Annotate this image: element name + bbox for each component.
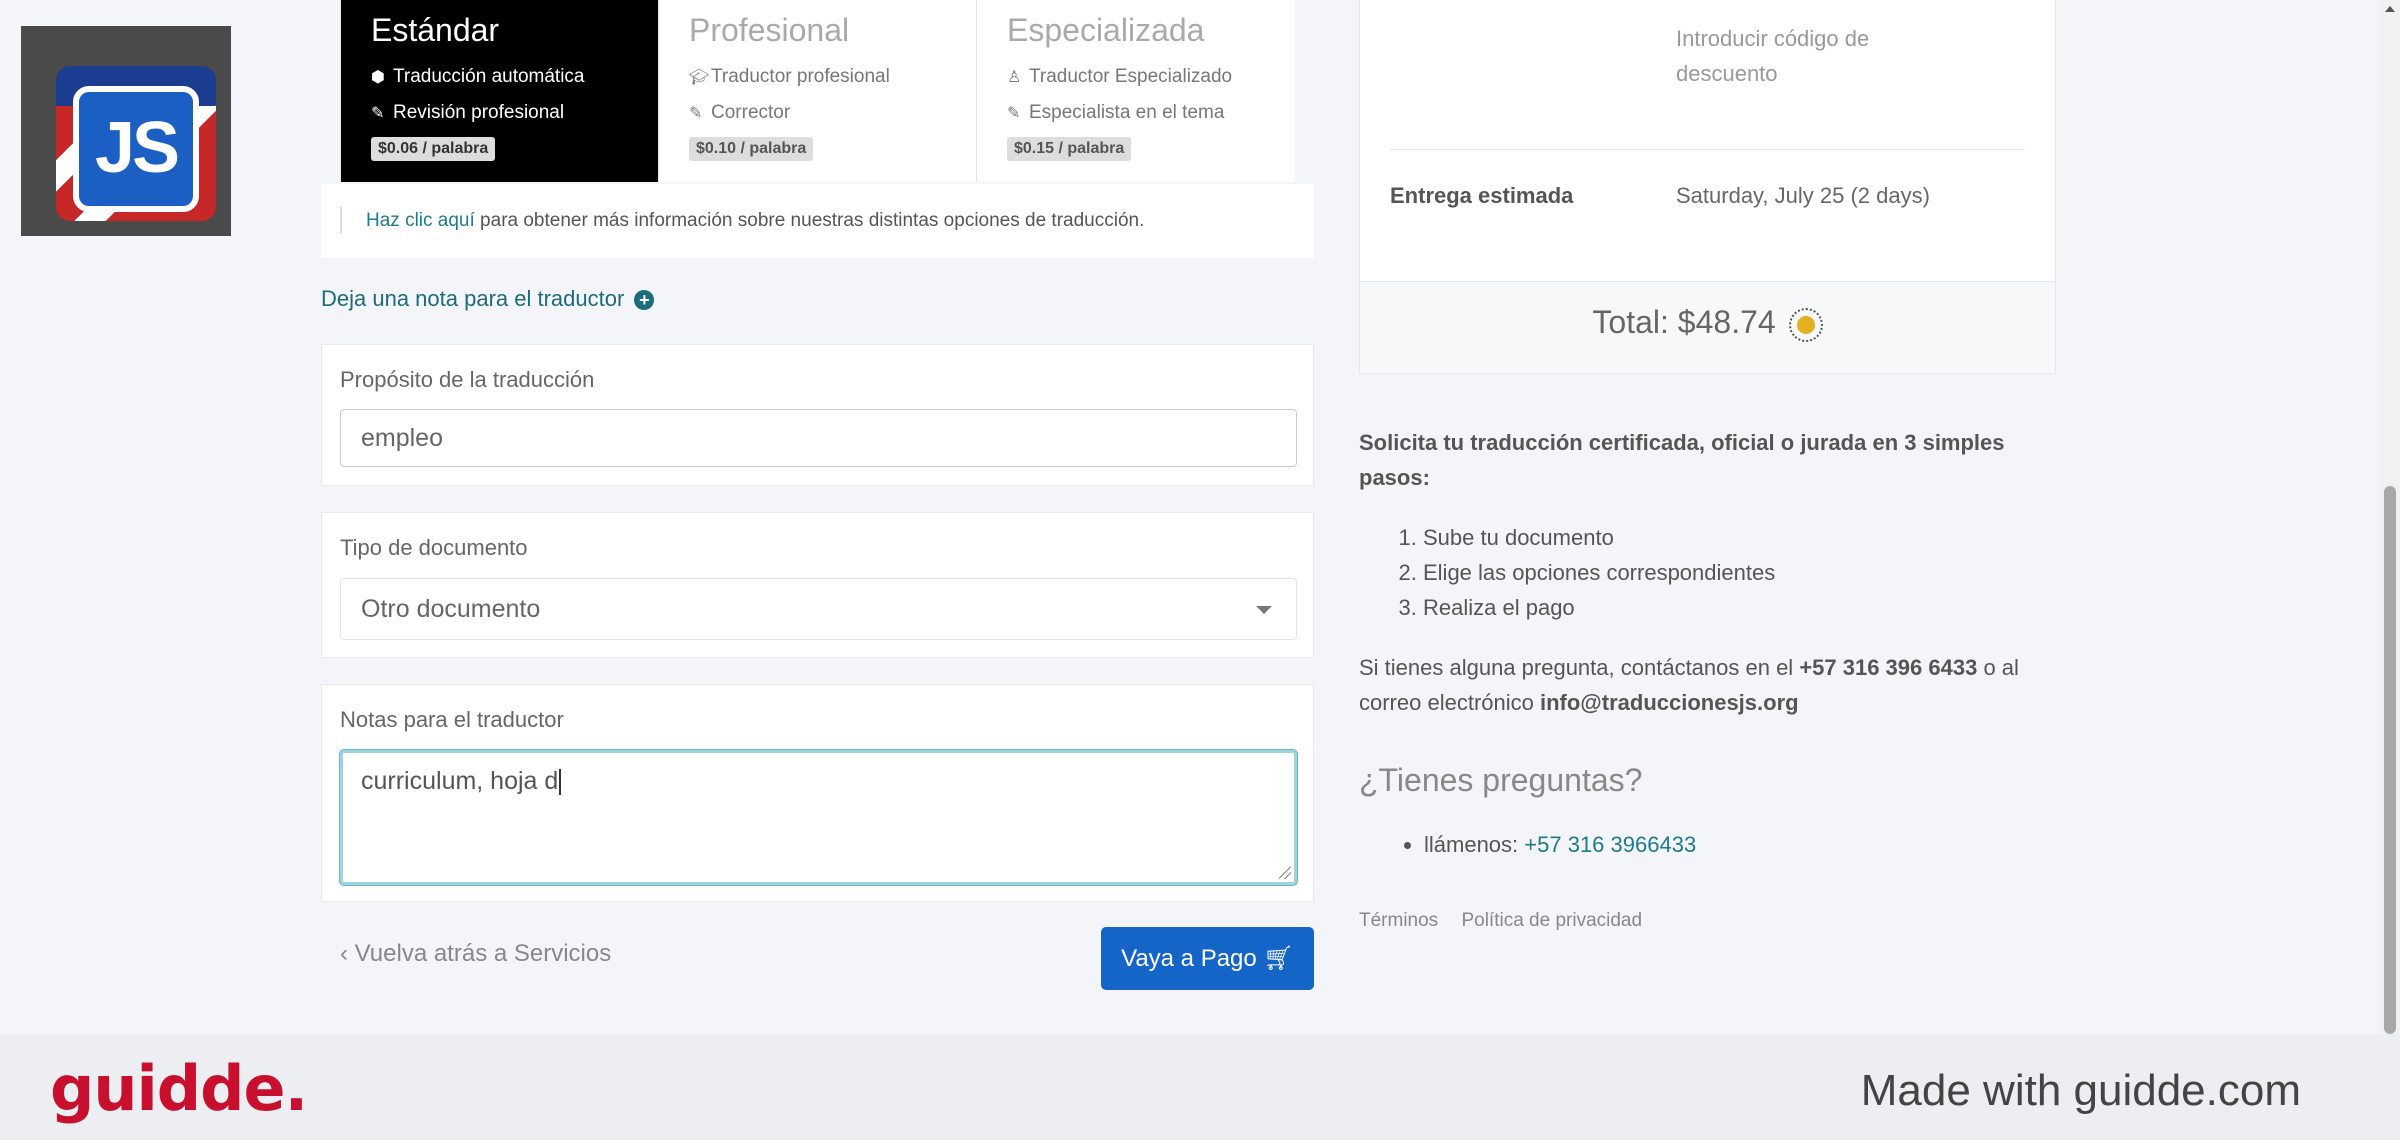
tier-feature: Traductor profesional xyxy=(711,66,890,87)
notes-card: Notas para el traductor curriculum, hoja… xyxy=(321,684,1314,902)
order-summary: Introducir código de descuento Entrega e… xyxy=(1359,0,2056,374)
tier-name: Profesional xyxy=(689,12,850,48)
doc-type-card: Tipo de documento Otro documento xyxy=(321,512,1314,658)
chevron-down-icon xyxy=(1256,606,1272,614)
purpose-card: Propósito de la traducción empleo xyxy=(321,344,1314,486)
add-note-link[interactable]: Deja una nota para el traductor + xyxy=(321,286,655,312)
coin-icon[interactable] xyxy=(1788,307,1823,342)
company-logo[interactable]: JS xyxy=(21,26,231,236)
tier-feature: Especialista en el tema xyxy=(1029,102,1225,123)
tier-feature: Traductor Especializado xyxy=(1029,66,1233,87)
tier-info: Haz clic aquí para obtener más informaci… xyxy=(321,184,1314,258)
notes-label: Notas para el traductor xyxy=(340,707,564,732)
edit-icon: ✎ xyxy=(689,105,703,122)
tier-selector: Estándar ⬢ Traducción automática ✎ Revisió… xyxy=(340,0,1295,182)
call-label: llámenos: xyxy=(1424,832,1525,857)
faq-list: llámenos: +57 316 3966433 xyxy=(1399,832,1696,858)
tier-feature: Revisión profesional xyxy=(393,102,565,123)
edit-icon: ✎ xyxy=(371,105,385,122)
edit-icon: ✎ xyxy=(1007,105,1021,122)
chevron-left-icon: ‹ xyxy=(340,940,348,967)
purpose-input[interactable]: empleo xyxy=(340,409,1297,467)
call-item: llámenos: +57 316 3966433 xyxy=(1424,832,1696,858)
graduation-cap-icon: 🎓︎ xyxy=(689,69,710,86)
contact-pre: Si tienes alguna pregunta, contáctanos e… xyxy=(1359,655,1800,680)
tier-price: $0.15 / palabra xyxy=(1007,137,1132,161)
pay-label: Vaya a Pago xyxy=(1121,945,1257,972)
delivery-value: Saturday, July 25 (2 days) xyxy=(1676,183,1930,208)
made-with-text: Made with guidde.com xyxy=(1860,1066,2301,1115)
resize-handle-icon[interactable] xyxy=(1279,867,1291,879)
step-item: Sube tu documento xyxy=(1423,520,1775,555)
footer-links: Términos Política de privacidad xyxy=(1359,910,1660,932)
guidde-logo: guidde. xyxy=(50,1052,308,1125)
more-info-text: para obtener más información sobre nuest… xyxy=(474,210,1145,231)
tier-price: $0.10 / palabra xyxy=(689,137,814,161)
shopping-cart-icon: 🛒︎ xyxy=(1263,945,1294,972)
scroll-thumb[interactable] xyxy=(2384,486,2396,1034)
total-footer: Total: $48.74 xyxy=(1360,281,2055,373)
steps-headline: Solicita tu traducción certificada, ofic… xyxy=(1359,430,2005,490)
tier-name: Especializada xyxy=(1007,12,1205,48)
contact-phone: +57 316 396 6433 xyxy=(1799,655,1978,680)
tier-name: Estándar xyxy=(371,12,500,48)
plus-circle-icon: + xyxy=(634,290,655,311)
notes-value: curriculum, hoja d xyxy=(361,767,559,795)
step-item: Elige las opciones correspondientes xyxy=(1423,555,1775,590)
contact-text: Si tienes alguna pregunta, contáctanos e… xyxy=(1359,650,2059,720)
step-item: Realiza el pago xyxy=(1423,590,1775,625)
scroll-up-arrow-icon[interactable] xyxy=(2385,6,2395,12)
vertical-scrollbar[interactable] xyxy=(2380,0,2400,1034)
notes-textarea[interactable]: curriculum, hoja d xyxy=(340,750,1297,885)
page: JS Estándar ⬢ Traducción automática ✎ Revi… xyxy=(0,0,2400,1034)
back-label: Vuelva atrás a Servicios xyxy=(354,940,612,967)
purpose-label: Propósito de la traducción xyxy=(340,367,595,392)
tier-price: $0.06 / palabra xyxy=(371,137,496,161)
add-note-label: Deja una nota para el traductor xyxy=(321,286,625,311)
guidde-banner: guidde. Made with guidde.com xyxy=(0,1034,2400,1140)
doc-type-label: Tipo de documento xyxy=(340,535,528,560)
back-to-services-link[interactable]: ‹ Vuelva atrás a Servicios xyxy=(340,940,611,968)
quote-bar xyxy=(340,206,342,234)
terms-link[interactable]: Términos xyxy=(1359,910,1438,931)
tier-feature: Corrector xyxy=(711,102,791,123)
total-row: Total: $48.74 xyxy=(1360,304,2055,342)
contact-email: info@traduccionesjs.org xyxy=(1539,690,1799,715)
discount-code-input[interactable]: Introducir código de descuento xyxy=(1676,21,1936,91)
delivery-label: Entrega estimada xyxy=(1390,183,1574,208)
text-cursor xyxy=(559,769,562,796)
doc-type-select[interactable]: Otro documento xyxy=(340,578,1297,640)
doc-type-value: Otro documento xyxy=(361,595,541,623)
js-logo-mark: JS xyxy=(73,86,199,212)
call-phone-link[interactable]: +57 316 3966433 xyxy=(1524,832,1696,857)
user-tie-icon: ♙ xyxy=(1007,69,1022,86)
robot-icon: ⬢ xyxy=(371,69,385,86)
more-info-link[interactable]: Haz clic aquí xyxy=(366,210,475,231)
go-to-payment-button[interactable]: Vaya a Pago 🛒︎ xyxy=(1101,927,1314,990)
tier-feature: Traducción automática xyxy=(393,66,585,87)
tier-standard[interactable]: Estándar ⬢ Traducción automática ✎ Revisió… xyxy=(341,0,659,182)
total-amount: Total: $48.74 xyxy=(1592,304,1776,340)
divider xyxy=(1390,149,2025,150)
privacy-link[interactable]: Política de privacidad xyxy=(1461,910,1642,931)
steps-list: Sube tu documento Elige las opciones cor… xyxy=(1398,520,1775,625)
tier-professional[interactable]: Profesional 🎓︎Traductor profesional ✎ Cor… xyxy=(659,0,977,182)
tier-specialized[interactable]: Especializada ♙ Traductor Especializado ✎… xyxy=(977,0,1295,182)
faq-title: ¿Tienes preguntas? xyxy=(1359,762,1643,798)
